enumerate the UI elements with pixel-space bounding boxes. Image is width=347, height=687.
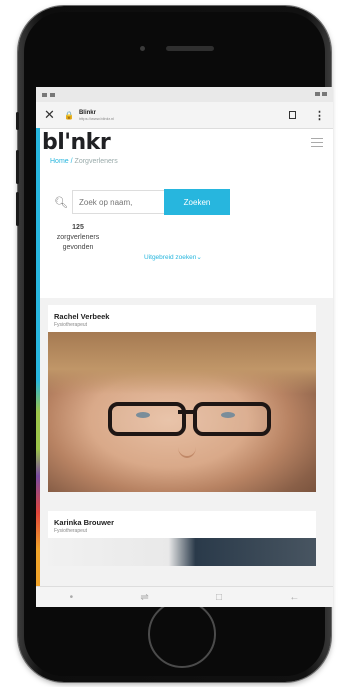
provider-photo[interactable] [48,332,316,492]
results-count: 125 zorgverleners gevonden [36,223,120,253]
notification-icon [50,92,55,97]
site-header: bl'nkr [36,129,333,155]
photo-hair [48,332,316,394]
breadcrumb-home[interactable]: Home [50,158,69,165]
phone-screen: ✕ 🔒 Blinkr https://www.blinkr.nl ⋮ bl'nk… [36,87,333,607]
browser-toolbar: ✕ 🔒 Blinkr https://www.blinkr.nl ⋮ [36,102,333,129]
url-text: https://www.blinkr.nl [78,115,115,121]
advanced-search-label: Uitgebreid zoeken [144,254,197,261]
mute-switch [16,112,19,130]
results-label-2: gevonden [62,244,94,251]
signal-icon [315,91,321,96]
results-number: 125 [72,224,84,231]
search-button[interactable]: Zoeken [164,189,230,215]
provider-name: Karinka Brouwer [54,518,115,527]
status-icons-left [42,92,55,97]
hamburger-icon[interactable] [311,137,323,147]
search-input[interactable] [72,190,164,214]
home-square-icon[interactable]: □ [216,592,222,603]
search-icon: 🔍︎ [54,196,68,209]
android-nav-bar: • ⇌ □ ← [36,586,333,607]
provider-photo[interactable] [48,538,316,566]
nav-dot-icon[interactable]: • [70,592,74,603]
breadcrumb: Home / Zorgverleners [36,158,333,165]
lock-icon: 🔒 [64,110,74,120]
close-icon[interactable]: ✕ [44,107,64,123]
photo-glasses-bridge [178,410,194,414]
bookmark-icon[interactable] [289,111,296,119]
photo-nose [178,436,196,458]
advanced-search-link[interactable]: Uitgebreid zoeken⌄ [144,253,202,261]
photo-glasses-right [193,402,271,436]
card-header: Rachel Verbeek Fysiotherapeut [48,305,316,332]
results-label-1: zorgverleners [56,234,100,241]
recent-apps-icon[interactable]: ⇌ [140,592,148,603]
provider-card[interactable]: Karinka Brouwer Fysiotherapeut [48,511,316,566]
kebab-menu-icon[interactable]: ⋮ [314,109,325,122]
card-header: Karinka Brouwer Fysiotherapeut [48,511,316,538]
photo-eye [221,412,235,418]
front-camera-icon [140,46,145,51]
results-summary: 125 zorgverleners gevonden Uitgebreid zo… [36,223,333,261]
photo-glasses-left [108,402,186,436]
battery-icon [322,91,327,96]
status-bar [36,87,333,102]
volume-down-button [16,192,19,226]
provider-name: Rachel Verbeek [54,312,110,321]
site-logo[interactable]: bl'nkr [42,130,111,155]
breadcrumb-separator: / [70,158,73,165]
status-icons-right [315,91,327,98]
toolbar-actions: ⋮ [289,109,325,122]
back-arrow-icon[interactable]: ← [289,592,299,603]
breadcrumb-current: Zorgverleners [74,158,118,165]
url-block[interactable]: Blinkr https://www.blinkr.nl [79,110,114,121]
provider-role: Fysiotherapeut [54,528,88,534]
notification-icon [42,92,47,97]
volume-up-button [16,150,19,184]
provider-card[interactable]: Rachel Verbeek Fysiotherapeut [48,305,316,492]
search-row: 🔍︎ Zoeken [54,189,333,215]
home-button[interactable] [148,600,216,668]
chevron-down-icon: ⌄ [196,254,202,261]
photo-eye [136,412,150,418]
provider-role: Fysiotherapeut [54,322,88,328]
earpiece-speaker [166,46,214,51]
